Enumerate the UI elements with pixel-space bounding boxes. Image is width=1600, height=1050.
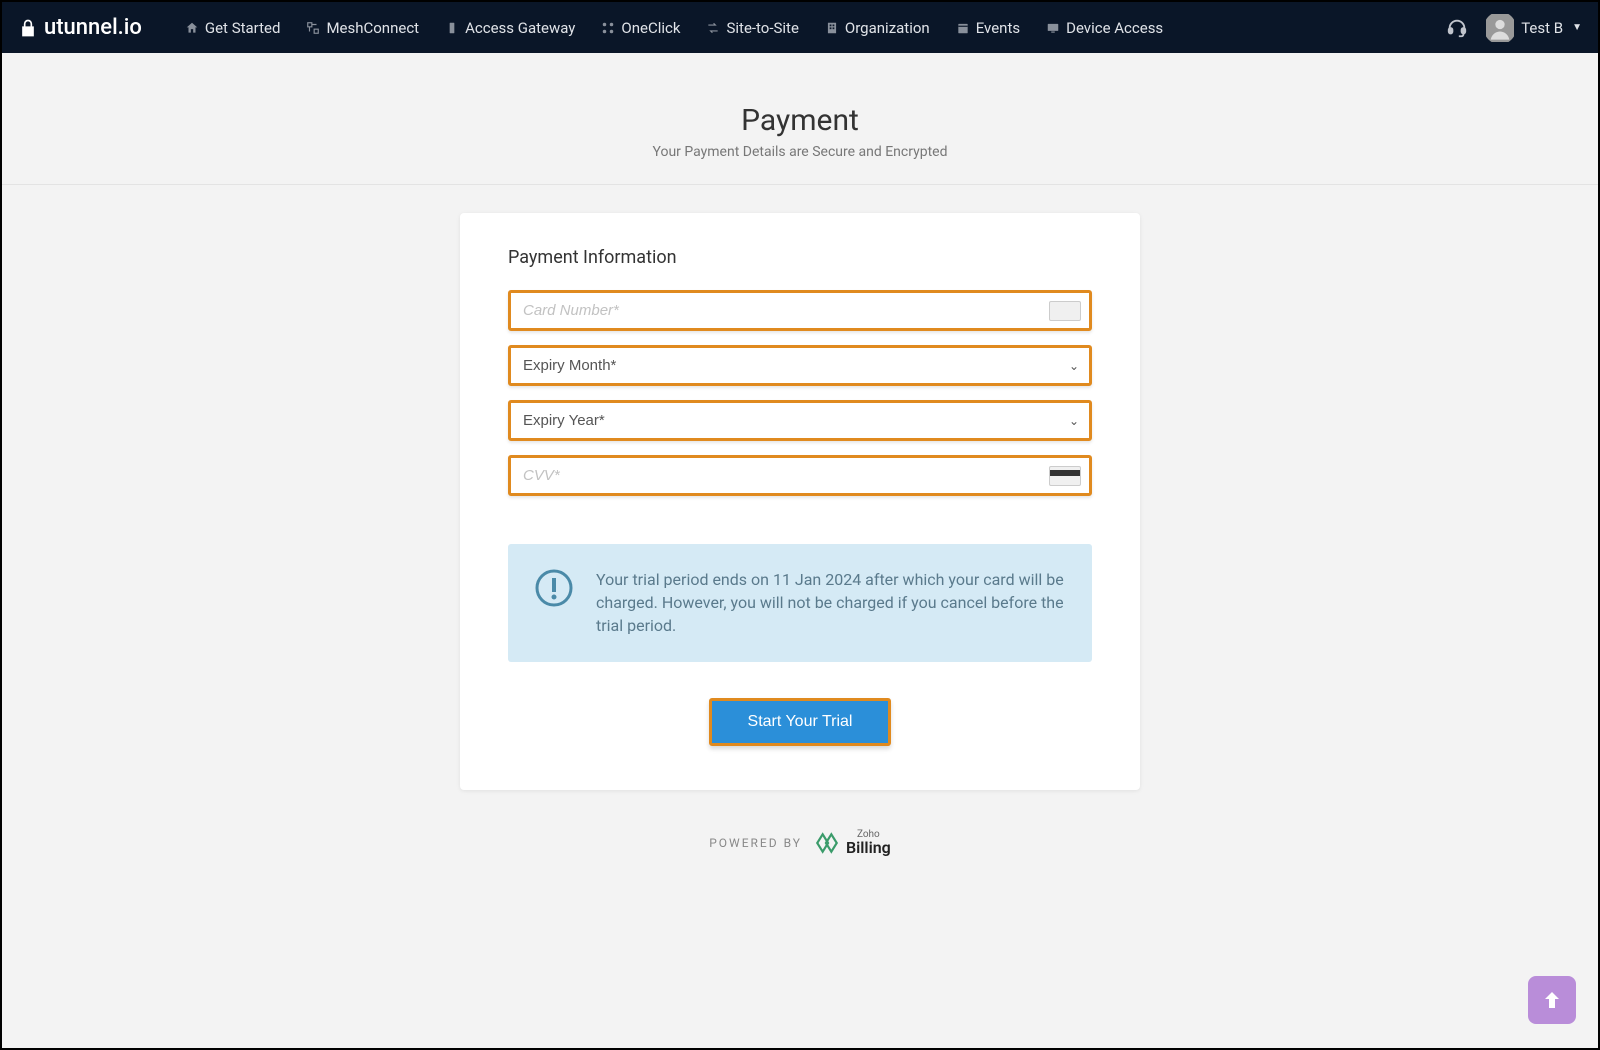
expiry-month-field-wrap: Expiry Month* ⌄ <box>508 345 1092 386</box>
events-icon <box>956 21 970 35</box>
organization-icon <box>825 21 839 35</box>
nav-device-access[interactable]: Device Access <box>1033 2 1176 53</box>
brand-lock-icon <box>18 16 38 40</box>
card-number-input[interactable] <box>511 293 1089 328</box>
card-number-field-wrap <box>508 290 1092 331</box>
billing-brand-logo[interactable]: Zoho Billing <box>814 830 891 856</box>
user-name: Test B <box>1521 19 1563 37</box>
page-subtitle: Your Payment Details are Secure and Encr… <box>2 144 1598 160</box>
nav-label: Device Access <box>1066 19 1163 37</box>
nav-label: MeshConnect <box>326 19 419 37</box>
brand-logo[interactable]: utunnel.io <box>18 15 142 40</box>
submit-wrap: Start Your Trial <box>508 698 1092 746</box>
nav-oneclick[interactable]: OneClick <box>588 2 693 53</box>
trial-info-box: Your trial period ends on 11 Jan 2024 af… <box>508 544 1092 662</box>
nav-organization[interactable]: Organization <box>812 2 943 53</box>
info-exclamation-icon <box>534 568 574 608</box>
nav-site-to-site[interactable]: Site-to-Site <box>693 2 811 53</box>
expiry-year-field-wrap: Expiry Year* ⌄ <box>508 400 1092 441</box>
nav-label: Events <box>976 19 1020 37</box>
powered-by-footer: POWERED BY Zoho Billing <box>2 830 1598 856</box>
support-icon[interactable] <box>1446 17 1468 39</box>
scroll-to-top-button[interactable] <box>1528 976 1576 1024</box>
top-nav: utunnel.io Get Started MeshConnect Acces… <box>2 2 1598 53</box>
trial-info-text: Your trial period ends on 11 Jan 2024 af… <box>596 568 1066 638</box>
start-trial-button[interactable]: Start Your Trial <box>712 701 889 743</box>
user-menu[interactable]: Test B ▼ <box>1486 14 1582 42</box>
nav-meshconnect[interactable]: MeshConnect <box>293 2 432 53</box>
section-title: Payment Information <box>508 247 1092 268</box>
arrow-up-icon <box>1540 988 1564 1012</box>
nav-items: Get Started MeshConnect Access Gateway O… <box>172 2 1446 53</box>
page-header: Payment Your Payment Details are Secure … <box>2 53 1598 185</box>
oneclick-icon <box>601 21 615 35</box>
site-to-site-icon <box>706 21 720 35</box>
nav-label: Access Gateway <box>465 19 575 37</box>
chevron-down-icon: ▼ <box>1572 22 1582 33</box>
zoho-billing-icon <box>814 830 840 856</box>
cvv-field-wrap <box>508 455 1092 496</box>
nav-events[interactable]: Events <box>943 2 1033 53</box>
powered-by-label: POWERED BY <box>709 836 802 850</box>
cvv-input[interactable] <box>511 458 1089 493</box>
nav-access-gateway[interactable]: Access Gateway <box>432 2 588 53</box>
gateway-icon <box>445 21 459 35</box>
home-icon <box>185 21 199 35</box>
payment-card: Payment Information Expiry Month* ⌄ Expi… <box>460 213 1140 790</box>
nav-label: OneClick <box>621 19 680 37</box>
avatar-icon <box>1486 14 1514 42</box>
brand-name: utunnel.io <box>44 15 142 40</box>
mesh-icon <box>306 21 320 35</box>
billing-brand-name: Billing <box>846 840 891 856</box>
page-title: Payment <box>2 103 1598 138</box>
expiry-month-select[interactable]: Expiry Month* <box>511 348 1089 383</box>
nav-get-started[interactable]: Get Started <box>172 2 294 53</box>
submit-highlight-border: Start Your Trial <box>709 698 892 746</box>
nav-label: Site-to-Site <box>726 19 798 37</box>
nav-label: Get Started <box>205 19 281 37</box>
device-icon <box>1046 21 1060 35</box>
expiry-year-select[interactable]: Expiry Year* <box>511 403 1089 438</box>
nav-label: Organization <box>845 19 930 37</box>
nav-right: Test B ▼ <box>1446 14 1582 42</box>
